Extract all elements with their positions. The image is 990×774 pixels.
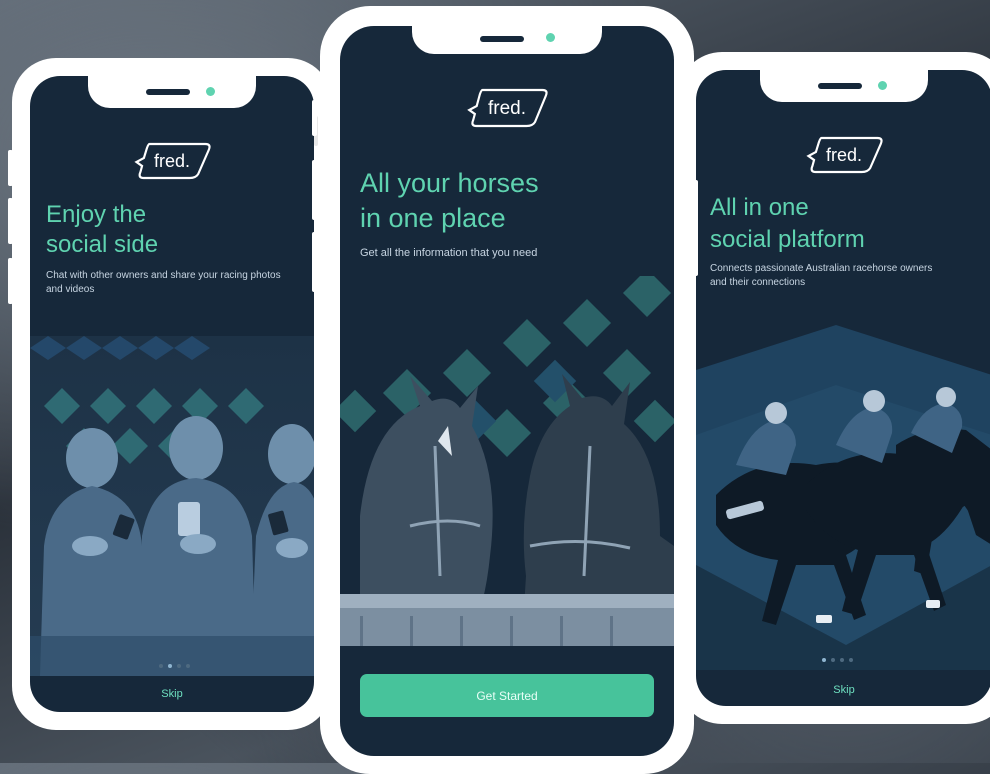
phone-notch <box>88 76 256 108</box>
fred-logo: fred. <box>804 132 884 176</box>
camera-icon <box>206 87 215 96</box>
right-phone-screen: fred. All in one social platform Connect… <box>696 70 990 706</box>
page-title: All your horses in one place <box>360 166 539 236</box>
logo-text: fred. <box>154 151 190 171</box>
headline-line-1: All in one <box>710 194 809 221</box>
page-dot-active[interactable] <box>822 658 826 662</box>
center-phone: fred. All your horses in one place Get a… <box>320 6 694 774</box>
page-title: All in one social platform <box>710 192 865 256</box>
logo-text: fred. <box>488 98 526 119</box>
page-dot[interactable] <box>177 664 181 668</box>
subtitle: Get all the information that you need <box>360 247 538 259</box>
phone-notch <box>760 70 928 102</box>
fred-logo: fred. <box>465 84 549 130</box>
page-dot[interactable] <box>186 664 190 668</box>
page-indicator <box>159 664 190 668</box>
page-indicator <box>822 658 853 662</box>
right-phone-button[interactable] <box>694 180 698 276</box>
headline-line-1: All your horses <box>360 168 539 198</box>
headline-line-2: in one place <box>360 203 506 233</box>
skip-button[interactable]: Skip <box>30 688 314 700</box>
center-volume-button[interactable] <box>312 100 317 136</box>
headline-line-2: social platform <box>710 226 865 253</box>
headline-line-1: Enjoy the <box>46 201 147 228</box>
speaker-icon <box>146 89 190 95</box>
page-dot[interactable] <box>159 664 163 668</box>
camera-icon <box>878 81 887 90</box>
friends-photo <box>30 336 314 676</box>
subtitle: Connects passionate Australian racehorse… <box>710 263 933 288</box>
page-title: Enjoy the social side <box>46 200 158 260</box>
skip-button[interactable]: Skip <box>696 684 990 696</box>
get-started-button[interactable]: Get Started <box>360 674 654 717</box>
left-phone: fred. Enjoy the social side Chat with ot… <box>12 58 332 730</box>
page-dot[interactable] <box>849 658 853 662</box>
center-phone-screen: fred. All your horses in one place Get a… <box>340 26 674 756</box>
left-phone-screen: fred. Enjoy the social side Chat with ot… <box>30 76 314 712</box>
phone-notch <box>412 26 602 54</box>
right-phone: fred. All in one social platform Connect… <box>678 52 990 724</box>
horse-racing-photo <box>696 315 990 670</box>
camera-icon <box>546 33 555 42</box>
page-dot[interactable] <box>840 658 844 662</box>
speaker-icon <box>480 36 524 42</box>
page-dot-active[interactable] <box>168 664 172 668</box>
subtitle: Chat with other owners and share your ra… <box>46 270 281 295</box>
page-dot[interactable] <box>831 658 835 662</box>
center-volume-down-button[interactable] <box>312 160 317 220</box>
horses-at-stable-photo <box>340 276 674 671</box>
headline-line-2: social side <box>46 231 159 258</box>
logo-text: fred. <box>826 145 862 165</box>
speaker-icon <box>818 83 862 89</box>
center-mute-switch[interactable] <box>312 232 317 292</box>
fred-logo: fred. <box>132 138 212 182</box>
